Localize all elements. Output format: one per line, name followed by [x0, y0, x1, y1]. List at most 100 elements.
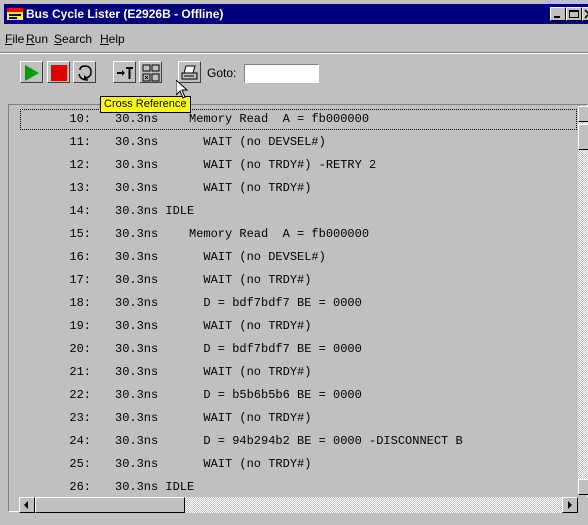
- row-event: WAIT (no TRDY#): [189, 273, 312, 287]
- row-time: 30.3ns: [115, 388, 159, 402]
- refresh-icon: [78, 65, 92, 81]
- row-time: 30.3ns: [115, 158, 159, 172]
- row-number: 18:: [69, 296, 91, 310]
- scroll-down-button[interactable]: [578, 479, 588, 495]
- row-number: 20:: [69, 342, 91, 356]
- scroll-up-button[interactable]: [578, 106, 588, 122]
- row-event: WAIT (no DEVSEL#): [189, 250, 326, 264]
- list-row[interactable]: 20: 30.3ns D = bdf7bdf7 BE = 0000: [19, 338, 578, 361]
- row-event: WAIT (no TRDY#): [189, 181, 312, 195]
- list-row[interactable]: 23: 30.3ns WAIT (no TRDY#): [19, 407, 578, 430]
- close-icon: [584, 9, 588, 19]
- vertical-scroll-thumb[interactable]: [578, 124, 588, 150]
- menu-run[interactable]: Run: [26, 32, 48, 46]
- stop-button[interactable]: [47, 61, 70, 83]
- row-number: 12:: [69, 158, 91, 172]
- mouse-cursor-icon: [176, 80, 188, 99]
- row-event: WAIT (no TRDY#) -RETRY 2: [189, 158, 377, 172]
- row-number: 25:: [69, 457, 91, 471]
- row-number: 19:: [69, 319, 91, 333]
- list-row[interactable]: 17: 30.3ns WAIT (no TRDY#): [19, 269, 578, 292]
- goto-input[interactable]: [244, 64, 319, 83]
- cross-reference-icon: [142, 64, 160, 82]
- row-event: WAIT (no TRDY#): [189, 411, 312, 425]
- vertical-scrollbar[interactable]: [578, 106, 588, 495]
- row-event: D = bdf7bdf7 BE = 0000: [189, 342, 362, 356]
- row-time: 30.3ns: [115, 457, 159, 471]
- list-row[interactable]: 26: 30.3ns IDLE: [19, 476, 578, 495]
- row-event: Memory Read A = fb000000: [189, 112, 370, 126]
- row-number: 14:: [69, 204, 91, 218]
- row-time: 30.3ns: [115, 181, 159, 195]
- row-time: 30.3ns IDLE: [115, 480, 195, 494]
- stop-icon: [51, 65, 67, 81]
- row-event: D = bdf7bdf7 BE = 0000: [189, 296, 362, 310]
- goto-trigger-icon: [117, 67, 133, 79]
- row-number: 22:: [69, 388, 91, 402]
- scroll-left-button[interactable]: [19, 497, 35, 513]
- goto-label: Goto:: [207, 66, 237, 80]
- minimize-button[interactable]: [550, 7, 566, 21]
- goto-trigger-button[interactable]: [113, 61, 136, 83]
- menu-search[interactable]: Search: [54, 32, 92, 46]
- row-number: 17:: [69, 273, 91, 287]
- list-row[interactable]: 14: 30.3ns IDLE: [19, 200, 578, 223]
- row-time: 30.3ns: [115, 411, 159, 425]
- bus-cycle-list[interactable]: 10: 30.3ns Memory Read A = fb000000 11: 30.3…: [19, 108, 578, 495]
- list-row[interactable]: 11: 30.3ns WAIT (no DEVSEL#): [19, 131, 578, 154]
- list-row[interactable]: 15: 30.3ns Memory Read A = fb000000: [19, 223, 578, 246]
- row-time: 30.3ns: [115, 296, 159, 310]
- scrollbar-corner: [578, 497, 588, 513]
- title-bar[interactable]: Bus Cycle Lister (E2926B - Offline): [4, 4, 588, 24]
- cross-reference-button[interactable]: [139, 61, 162, 83]
- row-number: 13:: [69, 181, 91, 195]
- row-event: WAIT (no TRDY#): [189, 319, 312, 333]
- play-icon: [25, 65, 39, 81]
- app-icon: [7, 8, 23, 20]
- list-row[interactable]: 25: 30.3ns WAIT (no TRDY#): [19, 453, 578, 476]
- list-row[interactable]: 12: 30.3ns WAIT (no TRDY#) -RETRY 2: [19, 154, 578, 177]
- horizontal-scrollbar[interactable]: [19, 497, 578, 513]
- list-row[interactable]: 22: 30.3ns D = b5b6b5b6 BE = 0000: [19, 384, 578, 407]
- menu-help[interactable]: Help: [100, 32, 125, 46]
- menu-file[interactable]: File: [5, 32, 24, 46]
- row-number: 23:: [69, 411, 91, 425]
- list-row[interactable]: 19: 30.3ns WAIT (no TRDY#): [19, 315, 578, 338]
- horizontal-scroll-thumb[interactable]: [35, 497, 185, 513]
- maximize-button[interactable]: [566, 7, 582, 21]
- row-time: 30.3ns: [115, 227, 159, 241]
- row-time: 30.3ns: [115, 319, 159, 333]
- bus-cycle-lister-window: Bus Cycle Lister (E2926B - Offline) File…: [0, 0, 588, 525]
- window-title: Bus Cycle Lister (E2926B - Offline): [26, 7, 224, 21]
- row-event: D = b5b6b5b6 BE = 0000: [189, 388, 362, 402]
- minimize-icon: [554, 16, 560, 18]
- row-number: 16:: [69, 250, 91, 264]
- list-row[interactable]: 13: 30.3ns WAIT (no TRDY#): [19, 177, 578, 200]
- scroll-right-button[interactable]: [562, 497, 578, 513]
- list-row[interactable]: 21: 30.3ns WAIT (no TRDY#): [19, 361, 578, 384]
- row-event: WAIT (no TRDY#): [189, 457, 312, 471]
- row-time: 30.3ns IDLE: [115, 204, 195, 218]
- row-time: 30.3ns: [115, 273, 159, 287]
- list-row[interactable]: 24: 30.3ns D = 94b294b2 BE = 0000 -DISCON…: [19, 430, 578, 453]
- close-button[interactable]: [582, 7, 588, 21]
- row-event: WAIT (no DEVSEL#): [189, 135, 326, 149]
- arrow-right-icon: [568, 501, 572, 509]
- row-time: 30.3ns: [115, 135, 159, 149]
- refresh-button[interactable]: [73, 61, 96, 83]
- list-row[interactable]: 18: 30.3ns D = bdf7bdf7 BE = 0000: [19, 292, 578, 315]
- row-number: 15:: [69, 227, 91, 241]
- run-button[interactable]: [20, 61, 43, 83]
- row-time: 30.3ns: [115, 250, 159, 264]
- row-event: Memory Read A = fb000000: [189, 227, 370, 241]
- menu-separator: [0, 52, 588, 54]
- row-time: 30.3ns: [115, 434, 159, 448]
- maximize-icon: [569, 10, 579, 18]
- row-number: 10:: [69, 112, 91, 126]
- arrow-left-icon: [24, 501, 28, 509]
- row-number: 26:: [69, 480, 91, 494]
- row-time: 30.3ns: [115, 365, 159, 379]
- row-time: 30.3ns: [115, 342, 159, 356]
- list-row[interactable]: 16: 30.3ns WAIT (no DEVSEL#): [19, 246, 578, 269]
- row-number: 24:: [69, 434, 91, 448]
